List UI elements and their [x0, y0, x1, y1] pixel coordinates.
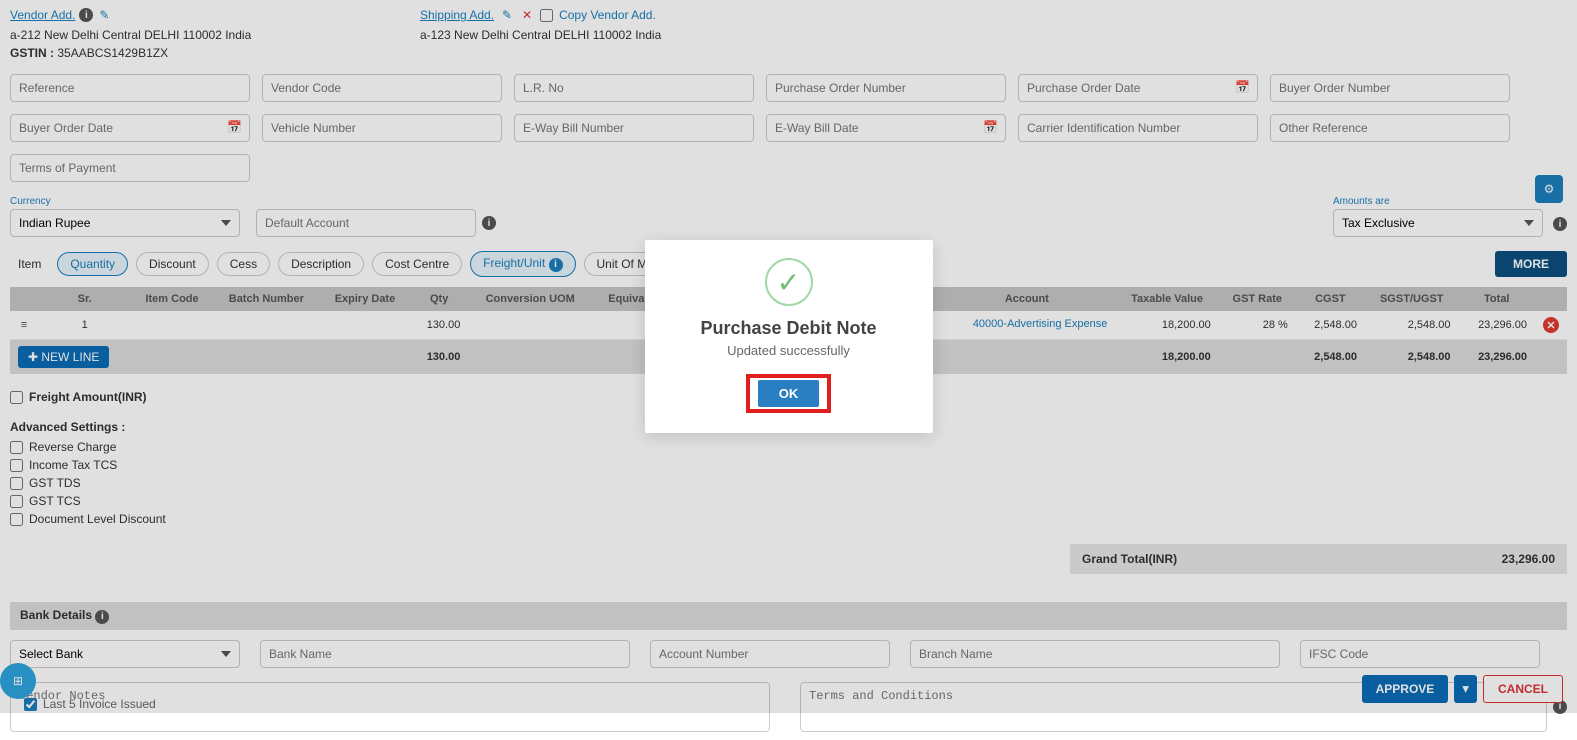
modal-title: Purchase Debit Note	[665, 318, 913, 339]
check-icon: ✓	[765, 258, 813, 306]
ok-button[interactable]: OK	[758, 380, 820, 407]
ok-highlight: OK	[746, 374, 832, 413]
modal-message: Updated successfully	[665, 343, 913, 358]
modal-overlay: ✓ Purchase Debit Note Updated successful…	[0, 0, 1577, 713]
success-modal: ✓ Purchase Debit Note Updated successful…	[645, 240, 933, 433]
